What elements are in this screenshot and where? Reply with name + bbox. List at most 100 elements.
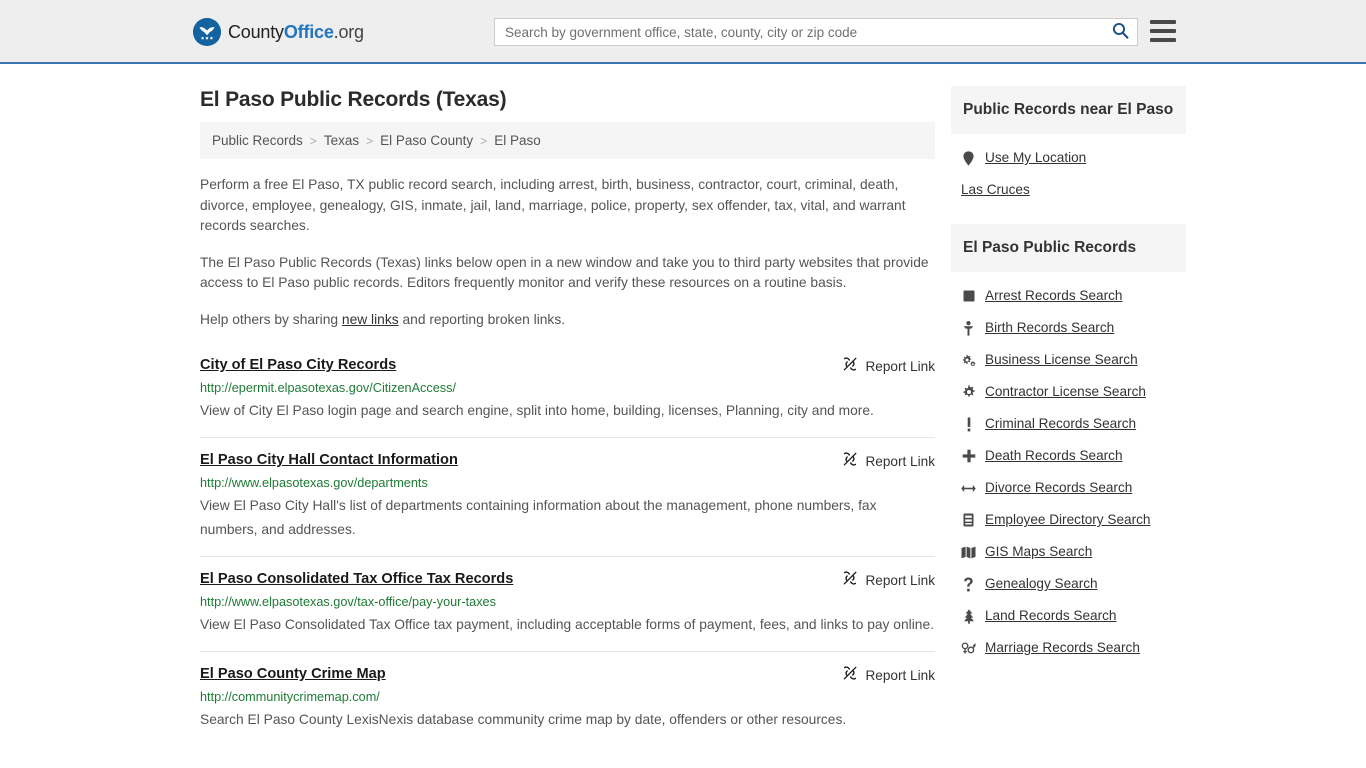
exclamation-icon bbox=[961, 417, 976, 432]
broken-link-icon bbox=[842, 356, 858, 377]
sidebar-item-birth-records[interactable]: Birth Records Search bbox=[951, 312, 1186, 344]
question-mark-icon bbox=[961, 577, 976, 592]
result-url[interactable]: http://www.elpasotexas.gov/tax-office/pa… bbox=[200, 594, 935, 611]
id-card-icon bbox=[961, 513, 976, 527]
breadcrumb-separator: > bbox=[480, 133, 488, 148]
report-link-label: Report Link bbox=[865, 668, 935, 683]
baby-icon bbox=[961, 320, 976, 336]
search-bar[interactable] bbox=[494, 18, 1138, 46]
sidebar-item-contractor-license[interactable]: Contractor License Search bbox=[951, 376, 1186, 408]
sidebar-item-business-license[interactable]: Business License Search bbox=[951, 344, 1186, 376]
sidebar-link-label[interactable]: Death Records Search bbox=[985, 447, 1123, 465]
sidebar-item-divorce-records[interactable]: Divorce Records Search bbox=[951, 472, 1186, 504]
result-title-link[interactable]: El Paso County Crime Map bbox=[200, 665, 386, 684]
sidebar-item-use-my-location[interactable]: Use My Location bbox=[951, 142, 1186, 174]
sidebar-item-death-records[interactable]: Death Records Search bbox=[951, 440, 1186, 472]
result-title-link[interactable]: El Paso Consolidated Tax Office Tax Reco… bbox=[200, 570, 513, 589]
breadcrumb-item-el-paso[interactable]: El Paso bbox=[494, 133, 541, 148]
breadcrumb-item-el-paso-county[interactable]: El Paso County bbox=[380, 133, 473, 148]
result-item: El Paso City Hall Contact Information Re… bbox=[200, 437, 935, 556]
sidebar-item-land-records[interactable]: Land Records Search bbox=[951, 600, 1186, 632]
sidebar-link-label[interactable]: Arrest Records Search bbox=[985, 287, 1123, 305]
sidebar-item-las-cruces[interactable]: Las Cruces bbox=[951, 174, 1186, 206]
result-description: View El Paso City Hall's list of departm… bbox=[200, 498, 877, 537]
breadcrumb-item-public-records[interactable]: Public Records bbox=[212, 133, 303, 148]
sidebar-link-label[interactable]: Contractor License Search bbox=[985, 383, 1146, 401]
sidebar-records-list: Arrest Records Search Birth Records Sear… bbox=[951, 272, 1186, 664]
brand-wordmark: CountyOffice.org bbox=[228, 22, 364, 43]
result-url[interactable]: http://www.elpasotexas.gov/departments bbox=[200, 475, 935, 492]
sidebar-item-gis-maps[interactable]: GIS Maps Search bbox=[951, 536, 1186, 568]
sidebar-link-label[interactable]: Birth Records Search bbox=[985, 319, 1114, 337]
intro-paragraph-2: The El Paso Public Records (Texas) links… bbox=[200, 254, 929, 291]
sidebar-link-label[interactable]: Business License Search bbox=[985, 351, 1138, 369]
breadcrumb: Public Records > Texas > El Paso County … bbox=[200, 122, 935, 159]
intro-paragraph-3: Help others by sharing new links and rep… bbox=[200, 294, 935, 331]
result-description: View of City El Paso login page and sear… bbox=[200, 403, 874, 418]
brand-part-tld: .org bbox=[333, 21, 364, 42]
menu-bar-3 bbox=[1150, 38, 1176, 42]
sidebar-link-label[interactable]: Land Records Search bbox=[985, 607, 1116, 625]
arrows-left-right-icon bbox=[961, 483, 976, 494]
intro-paragraph-1: Perform a free El Paso, TX public record… bbox=[200, 177, 906, 233]
report-link-label: Report Link bbox=[865, 359, 935, 374]
site-logo-link[interactable]: CountyOffice.org bbox=[193, 18, 364, 46]
sidebar: Public Records near El Paso Use My Locat… bbox=[951, 64, 1186, 682]
result-item: El Paso Consolidated Tax Office Tax Reco… bbox=[200, 556, 935, 651]
search-submit-button[interactable] bbox=[1103, 19, 1137, 45]
sidebar-item-marriage-records[interactable]: Marriage Records Search bbox=[951, 632, 1186, 664]
search-icon bbox=[1112, 22, 1129, 42]
sidebar-link-label[interactable]: Genealogy Search bbox=[985, 575, 1098, 593]
sidebar-link-label[interactable]: Criminal Records Search bbox=[985, 415, 1136, 433]
result-item: City of El Paso City Records Report Link bbox=[200, 348, 935, 437]
result-list: City of El Paso City Records Report Link bbox=[200, 348, 935, 746]
result-description: View El Paso Consolidated Tax Office tax… bbox=[200, 617, 934, 632]
main-content: El Paso Public Records (Texas) Public Re… bbox=[200, 64, 935, 746]
sidebar-near-list: Use My Location Las Cruces bbox=[951, 134, 1186, 206]
search-input[interactable] bbox=[495, 19, 1103, 45]
report-link-label: Report Link bbox=[865, 573, 935, 588]
report-link-button[interactable]: Report Link bbox=[842, 665, 935, 686]
sidebar-item-arrest-records[interactable]: Arrest Records Search bbox=[951, 280, 1186, 312]
sidebar-link-label[interactable]: Marriage Records Search bbox=[985, 639, 1140, 657]
intro-text-before-link: Help others by sharing bbox=[200, 311, 342, 327]
sidebar-item-employee-directory[interactable]: Employee Directory Search bbox=[951, 504, 1186, 536]
result-title-link[interactable]: El Paso City Hall Contact Information bbox=[200, 451, 458, 470]
breadcrumb-separator: > bbox=[366, 133, 374, 148]
sidebar-item-criminal-records[interactable]: Criminal Records Search bbox=[951, 408, 1186, 440]
breadcrumb-separator: > bbox=[309, 133, 317, 148]
result-item: El Paso County Crime Map Report Link htt… bbox=[200, 651, 935, 746]
cogs-icon bbox=[961, 354, 976, 367]
map-icon bbox=[961, 546, 976, 559]
result-title-link[interactable]: City of El Paso City Records bbox=[200, 356, 396, 375]
result-url[interactable]: http://epermit.elpasotexas.gov/CitizenAc… bbox=[200, 380, 935, 397]
page-body: El Paso Public Records (Texas) Public Re… bbox=[0, 64, 1366, 746]
sidebar-link-label[interactable]: Employee Directory Search bbox=[985, 511, 1150, 529]
broken-link-icon bbox=[842, 451, 858, 472]
hamburger-menu-icon[interactable] bbox=[1150, 20, 1176, 42]
report-link-label: Report Link bbox=[865, 454, 935, 469]
result-description: Search El Paso County LexisNexis databas… bbox=[200, 712, 847, 727]
broken-link-icon bbox=[842, 570, 858, 591]
report-link-button[interactable]: Report Link bbox=[842, 570, 935, 591]
sidebar-link-label[interactable]: GIS Maps Search bbox=[985, 543, 1092, 561]
result-url[interactable]: http://communitycrimemap.com/ bbox=[200, 689, 935, 706]
sidebar-link-label[interactable]: Las Cruces bbox=[961, 181, 1030, 199]
page-title: El Paso Public Records (Texas) bbox=[200, 88, 507, 111]
menu-bar-1 bbox=[1150, 20, 1176, 24]
report-link-button[interactable]: Report Link bbox=[842, 356, 935, 377]
broken-link-icon bbox=[842, 665, 858, 686]
sidebar-heading-near: Public Records near El Paso bbox=[951, 86, 1186, 134]
cross-plus-icon bbox=[961, 449, 976, 463]
report-link-button[interactable]: Report Link bbox=[842, 451, 935, 472]
brand-part-office: Office bbox=[283, 21, 334, 42]
sidebar-link-label[interactable]: Divorce Records Search bbox=[985, 479, 1132, 497]
sidebar-item-genealogy[interactable]: Genealogy Search bbox=[951, 568, 1186, 600]
gender-symbols-icon bbox=[961, 641, 976, 655]
breadcrumb-item-texas[interactable]: Texas bbox=[324, 133, 359, 148]
eagle-stars-seal-icon bbox=[193, 18, 221, 46]
brand-part-county: County bbox=[228, 21, 284, 42]
sidebar-link-label[interactable]: Use My Location bbox=[985, 149, 1086, 167]
fingerprint-square-icon bbox=[961, 290, 976, 302]
new-links-link[interactable]: new links bbox=[342, 312, 399, 327]
